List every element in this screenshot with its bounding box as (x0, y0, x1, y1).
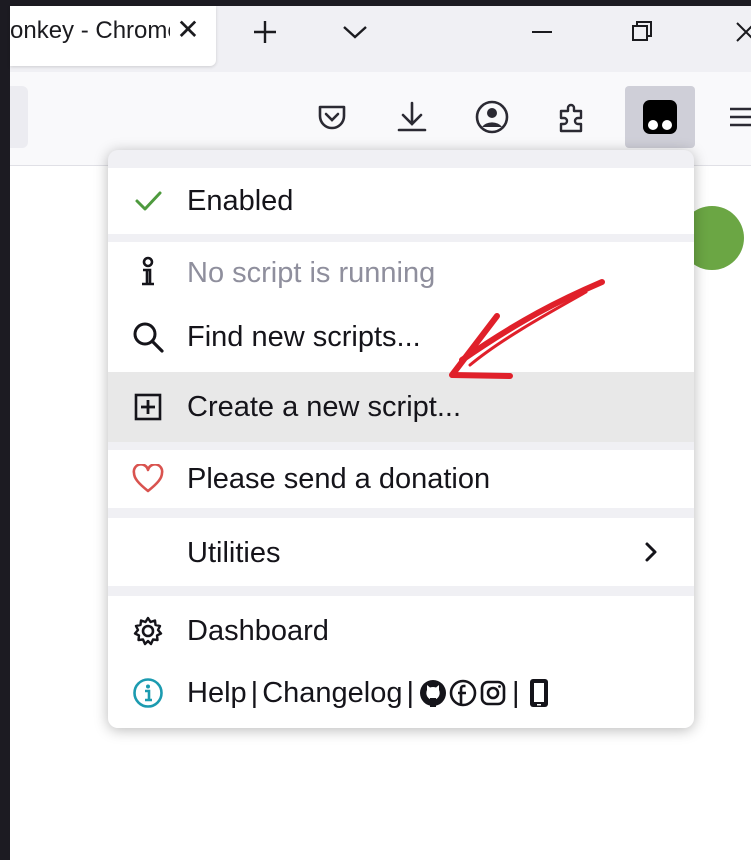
tab-list-button[interactable] (335, 14, 375, 50)
tab-title: onkey - Chrome (10, 17, 170, 44)
gear-icon (130, 613, 166, 649)
pocket-icon (318, 105, 346, 130)
active-tab[interactable]: onkey - Chrome ✕ (10, 6, 216, 66)
separator: | (406, 677, 415, 709)
tampermonkey-popup-menu: Enabled No script is running Find new sc… (108, 150, 694, 728)
close-icon (736, 22, 751, 42)
facebook-icon[interactable] (448, 677, 478, 709)
menu-item-utilities[interactable]: Utilities (108, 518, 694, 586)
help-links: Help | Changelog | | (187, 675, 554, 711)
tampermonkey-icon (643, 100, 677, 134)
chevron-down-icon (343, 26, 367, 39)
separator: | (512, 677, 520, 709)
instagram-icon[interactable] (478, 677, 508, 709)
scripts-section: No script is running Find new scripts...… (108, 242, 694, 442)
script-info-icon (130, 255, 166, 291)
heart-icon (130, 461, 166, 497)
check-icon (130, 183, 166, 219)
tab-strip: onkey - Chrome ✕ (10, 6, 751, 72)
menu-item-no-script: No script is running (108, 250, 694, 296)
menu-item-label: Utilities (187, 537, 281, 569)
tampermonkey-button[interactable] (625, 86, 695, 148)
search-icon (130, 319, 166, 355)
app-menu-button[interactable] (722, 86, 751, 148)
changelog-link[interactable]: Changelog (262, 675, 402, 711)
url-bar[interactable] (10, 86, 28, 148)
menu-item-create-script[interactable]: Create a new script... (108, 372, 694, 442)
menu-item-label: Find new scripts... (187, 321, 421, 353)
plus-icon (254, 21, 276, 43)
menu-item-label: Create a new script... (187, 391, 461, 423)
window-frame-left (0, 0, 10, 860)
help-link[interactable]: Help (187, 675, 247, 711)
donation-section: Please send a donation (108, 450, 694, 508)
utilities-section: Utilities (108, 518, 694, 586)
menu-item-find-scripts[interactable]: Find new scripts... (108, 312, 694, 362)
restore-button[interactable] (612, 10, 672, 54)
menu-item-enabled[interactable]: Enabled (108, 168, 694, 234)
separator: | (250, 677, 259, 709)
puzzle-icon (559, 103, 583, 133)
pocket-button[interactable] (302, 86, 362, 148)
menu-item-donate[interactable]: Please send a donation (108, 450, 694, 508)
github-icon[interactable] (418, 677, 448, 709)
info-icon (130, 675, 166, 711)
account-icon (475, 100, 509, 134)
account-button[interactable] (462, 86, 522, 148)
minimize-button[interactable] (512, 10, 572, 54)
hamburger-menu-icon (730, 107, 751, 127)
plus-square-icon (130, 389, 166, 425)
mobile-app-icon[interactable] (524, 677, 554, 709)
download-icon (397, 101, 427, 132)
menu-item-help-row: Help | Changelog | | (108, 668, 694, 718)
chevron-right-icon (636, 534, 666, 570)
menu-item-label: Enabled (187, 185, 294, 217)
downloads-button[interactable] (382, 86, 442, 148)
menu-item-label: Please send a donation (187, 463, 491, 495)
restore-icon (632, 21, 652, 41)
menu-item-label: Dashboard (187, 615, 329, 647)
menu-item-dashboard[interactable]: Dashboard (108, 606, 694, 656)
window-close-button[interactable] (716, 10, 751, 54)
menu-item-label: No script is running (187, 257, 436, 289)
extensions-button[interactable] (542, 86, 602, 148)
tab-close-icon[interactable]: ✕ (173, 14, 203, 46)
new-tab-button[interactable] (245, 14, 285, 50)
status-section: Enabled (108, 168, 694, 234)
dashboard-section: Dashboard Help | Changelog | | (108, 596, 694, 728)
minimize-icon (532, 31, 552, 33)
